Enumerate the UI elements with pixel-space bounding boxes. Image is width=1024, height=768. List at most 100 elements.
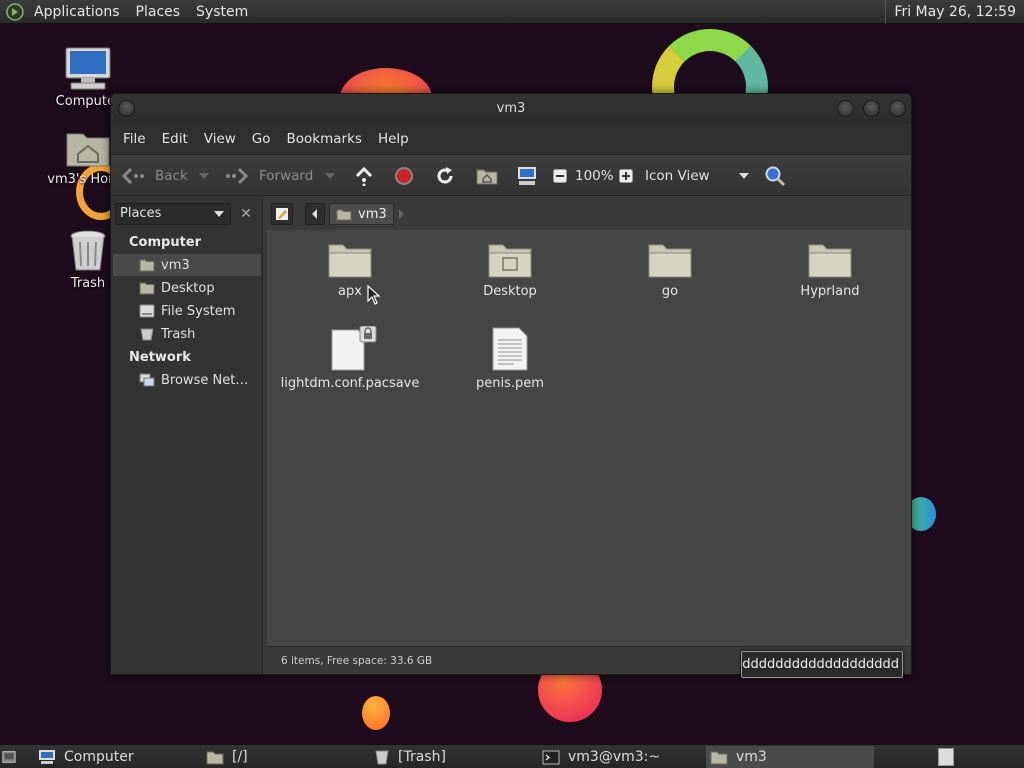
- toggle-location-entry-button[interactable]: [271, 203, 293, 225]
- trash-icon: [70, 230, 106, 271]
- network-icon: [139, 373, 155, 387]
- file-item-lightdm-conf-pacsave[interactable]: lightdm.conf.pacsave: [275, 326, 425, 391]
- typeahead-search-input[interactable]: ddddddddddddddddddd: [741, 651, 903, 678]
- menu-file[interactable]: File: [115, 131, 154, 147]
- breadcrumb-label: vm3: [358, 206, 387, 222]
- taskbar-item-label: [Trash]: [398, 749, 446, 765]
- reload-icon: [437, 167, 453, 184]
- up-arrow-icon: [355, 166, 373, 186]
- file-name: lightdm.conf.pacsave: [280, 376, 420, 391]
- view-mode-select[interactable]: Icon View: [645, 155, 749, 197]
- computer-button[interactable]: [516, 155, 538, 197]
- file-item-go[interactable]: go: [595, 240, 745, 299]
- sidebar-item-browse-network[interactable]: Browse Net…: [113, 369, 261, 391]
- menu-help[interactable]: Help: [370, 131, 417, 147]
- back-history-dropdown[interactable]: [199, 155, 209, 197]
- toolbar: Back Forward 100% Icon View: [111, 154, 911, 196]
- menu-edit[interactable]: Edit: [154, 131, 196, 147]
- search-button[interactable]: [764, 155, 786, 197]
- menu-go[interactable]: Go: [244, 131, 279, 147]
- menu-bookmarks[interactable]: Bookmarks: [279, 131, 370, 147]
- home-folder-icon: [336, 209, 352, 220]
- sidebar-item-desktop[interactable]: Desktop: [113, 277, 261, 299]
- sidebar-item-label: Browse Net…: [161, 372, 249, 388]
- window-titlebar[interactable]: vm3: [111, 94, 911, 124]
- taskbar-item-label: [/]: [232, 749, 248, 765]
- section-heading-computer: Computer: [129, 235, 202, 250]
- stop-button[interactable]: [394, 155, 414, 197]
- home-folder-icon: [66, 133, 110, 167]
- sidebar-item-vm3[interactable]: vm3: [113, 254, 261, 276]
- terminal-icon: [542, 750, 560, 764]
- minimize-button[interactable]: [837, 100, 854, 117]
- sidebar-item-label: vm3: [161, 257, 190, 273]
- file-item-penis-pem[interactable]: penis.pem: [435, 326, 585, 391]
- back-arrow-icon: [121, 167, 144, 185]
- folder-icon: [328, 244, 372, 278]
- show-desktop-icon: [2, 751, 16, 763]
- forward-arrow-icon: [226, 167, 249, 185]
- breadcrumb-vm3[interactable]: vm3: [329, 203, 394, 225]
- drive-icon: [139, 304, 155, 318]
- file-item-hyprland[interactable]: Hyprland: [755, 240, 905, 299]
- reload-button[interactable]: [435, 155, 455, 197]
- forward-button[interactable]: Forward: [225, 155, 313, 197]
- system-menu[interactable]: System: [188, 0, 256, 24]
- zoom-out-button[interactable]: [553, 155, 567, 197]
- sidebar-item-label: Desktop: [161, 280, 215, 296]
- trash-icon: [375, 750, 389, 765]
- sidebar-item-label: File System: [161, 303, 236, 319]
- breadcrumb-scroll-left[interactable]: [305, 203, 325, 225]
- taskbar-item-label: Computer: [64, 749, 134, 765]
- breadcrumb-scroll-right[interactable]: [393, 203, 409, 225]
- forward-label: Forward: [259, 168, 314, 184]
- places-menu[interactable]: Places: [128, 0, 189, 24]
- zoom-in-button[interactable]: [619, 155, 633, 197]
- status-text: 6 items, Free space: 33.6 GB: [281, 655, 433, 667]
- view-mode-label: Icon View: [645, 168, 710, 184]
- maximize-button[interactable]: [863, 100, 880, 117]
- back-button[interactable]: Back: [121, 155, 188, 197]
- zoom-level[interactable]: 100%: [575, 155, 614, 197]
- taskbar-item-trash[interactable]: [Trash]: [374, 746, 534, 768]
- panel-clock[interactable]: Fri May 26, 12:59: [885, 0, 1020, 24]
- back-label: Back: [155, 168, 188, 184]
- menubar: File Edit View Go Bookmarks Help: [111, 124, 911, 154]
- menu-view[interactable]: View: [196, 131, 244, 147]
- file-name: Hyprland: [800, 284, 860, 299]
- home-folder-icon: [710, 751, 728, 764]
- edit-icon: [276, 208, 288, 220]
- close-button[interactable]: [889, 100, 906, 117]
- up-button[interactable]: [354, 155, 374, 197]
- locked-file-icon: [331, 326, 377, 371]
- file-item-desktop[interactable]: Desktop: [435, 240, 585, 299]
- file-item-apx[interactable]: apx: [275, 240, 425, 299]
- sidebar-item-trash[interactable]: Trash: [113, 323, 261, 345]
- taskbar-item-terminal[interactable]: vm3@vm3:~: [542, 746, 702, 768]
- window-menu-button[interactable]: [118, 100, 135, 117]
- file-manager-window: vm3 File Edit View Go Bookmarks Help Bac…: [110, 93, 912, 675]
- side-pane-selector[interactable]: Places: [115, 203, 231, 225]
- gnome-foot-icon[interactable]: [6, 2, 24, 21]
- search-icon: [765, 166, 786, 187]
- text-file-icon: [492, 327, 528, 371]
- file-icon-view[interactable]: apx Desktop go Hyprland lightdm.conf.pac…: [267, 230, 911, 646]
- applications-menu[interactable]: Applications: [26, 0, 128, 24]
- taskbar-item-computer[interactable]: Computer: [38, 746, 198, 768]
- sidebar-item-file-system[interactable]: File System: [113, 300, 261, 322]
- zoom-in-icon: [619, 169, 633, 183]
- side-pane: Places ✕ Computer vm3 Desktop File Syste…: [111, 196, 263, 674]
- home-button[interactable]: [476, 155, 498, 197]
- desktop-folder-icon: [488, 244, 532, 278]
- taskbar-item-root[interactable]: [/]: [206, 746, 366, 768]
- forward-history-dropdown[interactable]: [325, 155, 335, 197]
- bottom-taskbar: Computer [/] [Trash] vm3@vm3:~ vm3: [0, 744, 1024, 768]
- close-side-pane-button[interactable]: ✕: [235, 203, 257, 225]
- show-desktop-button[interactable]: [2, 746, 24, 768]
- taskbar-item-vm3[interactable]: vm3: [706, 746, 874, 768]
- file-name: go: [661, 284, 679, 299]
- taskbar-item-label: vm3@vm3:~: [568, 749, 661, 765]
- desktop-folder-icon: [139, 282, 155, 295]
- folder-icon: [206, 751, 224, 764]
- workspace-switcher[interactable]: [938, 746, 958, 768]
